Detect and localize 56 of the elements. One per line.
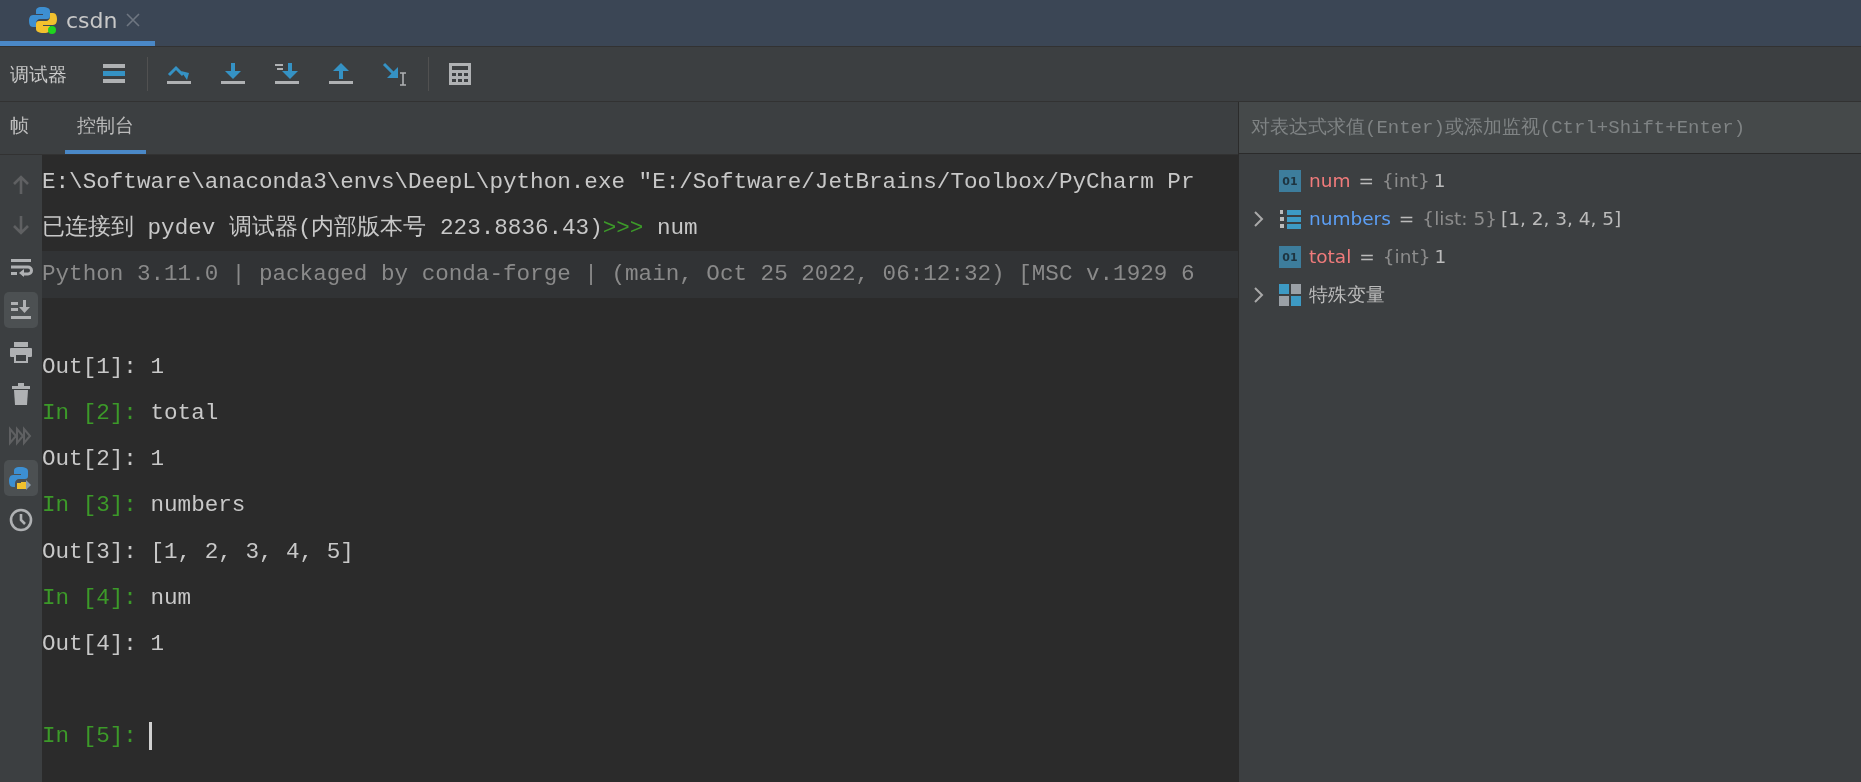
console-text: Out[3]: [1, 2, 3, 4, 5] [42,537,354,567]
variable-type: {list: 5} [1422,207,1497,232]
printer-icon [9,340,33,364]
toolbar-label: 调试器 [10,61,67,87]
console-text: 已连接到 pydev 调试器(内部版本号 223.8836.43) [42,213,603,244]
step-out-icon[interactable] [328,61,354,87]
scroll-to-end-icon [9,298,33,322]
panel-tab[interactable]: 帧 [0,101,39,154]
text-cursor [148,722,152,751]
console-prompt: In [2]: [42,398,137,428]
clock-icon [9,508,33,532]
step-into-icon[interactable] [220,61,246,87]
tab-label: csdn [66,6,118,35]
console-banner: Python 3.11.0 | packaged by conda-forge | (main, Oct 25 2022, 06:12:32) [MSC v.1929 6 [42,251,1238,298]
variable-name: 特殊变量 [1309,283,1385,308]
variable-value: [1, 2, 3, 4, 5] [1500,207,1622,232]
python-icon [9,466,33,490]
python-button[interactable] [4,460,38,496]
console-prompt: In [5]: [42,722,137,752]
list-type-icon [1279,208,1301,230]
variable-name: numbers [1309,207,1391,232]
variable-type: {int} [1382,169,1430,194]
console-prompt: >>> [602,214,644,244]
forward-icon [9,424,33,448]
calculator-icon[interactable] [447,61,473,87]
console-text: E:\Software\anaconda3\envs\DeepL\python.exe "E:/Software/JetBrains/Toolbox/PyCharm Pr [42,168,1195,197]
console-text: Out[4]: 1 [42,629,165,659]
grid-icon [1279,284,1301,306]
equals-sign: = [1359,245,1375,270]
panel-tab[interactable]: 控制台 [65,101,146,154]
console-prompt: In [3]: [42,491,137,521]
chevron-right-icon[interactable] [1253,286,1265,304]
console-text: total [149,398,219,428]
step-into-code-icon[interactable] [274,61,300,87]
scroll-to-end-button[interactable] [4,292,38,328]
integer-type-icon: 01 [1279,246,1301,268]
variable-value: 1 [1433,169,1446,194]
variable-name: num [1309,169,1351,194]
integer-type-icon: 01 [1279,170,1301,192]
console-prompt: In [4]: [42,583,137,613]
console-text: Out[1]: 1 [42,352,165,382]
python-file-icon [28,5,58,35]
equals-sign: = [1398,207,1415,232]
expression-input-field[interactable]: 对表达式求值(Enter)或添加监视(Ctrl+Shift+Enter) [1239,102,1861,154]
console-text: Out[2]: 1 [42,445,165,475]
variable-type: {int} [1382,245,1431,270]
console-text: num [149,583,192,613]
equals-sign: = [1358,169,1374,194]
variable-value: 1 [1434,245,1447,270]
console-text: numbers [149,491,246,521]
soft-wrap-icon [9,256,33,280]
chevron-right-icon[interactable] [1253,210,1265,228]
trash-icon [9,382,33,406]
console-text: num [655,214,698,244]
run-to-cursor-icon[interactable] [382,61,408,87]
variable-name: total [1309,245,1352,270]
